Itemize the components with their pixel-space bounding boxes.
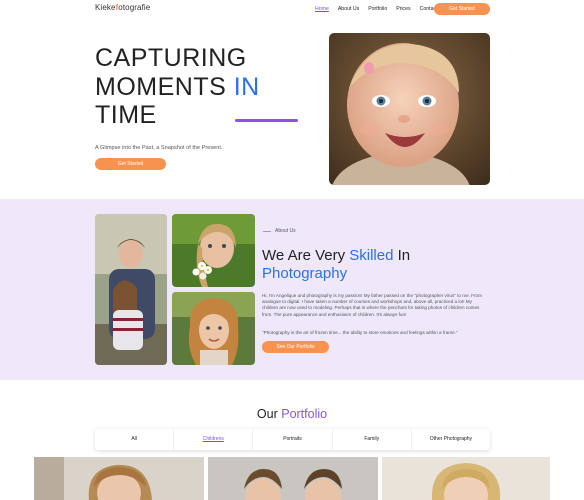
portfolio-photo-3[interactable]: [382, 457, 550, 500]
nav-home-link[interactable]: Home: [315, 6, 329, 12]
nav-portfolio-link[interactable]: Portfolio: [368, 6, 387, 12]
portfolio-photo-1[interactable]: [34, 457, 204, 500]
hero-title: CAPTURING MOMENTS IN TIME: [95, 44, 260, 129]
about-tag-divider: [263, 231, 271, 232]
girl-flowers-photo: [172, 214, 255, 287]
portfolio-title: Our Portfolio: [256, 407, 328, 421]
hero-baby-photo: [329, 33, 490, 185]
tab-childrens[interactable]: Childrens: [174, 429, 254, 450]
tab-portraits[interactable]: Portraits: [253, 429, 333, 450]
tab-other-photography[interactable]: Other Photography: [412, 429, 490, 450]
logo[interactable]: Kiekefotografie: [95, 3, 150, 12]
hero-get-started-button[interactable]: Get Started: [95, 158, 166, 170]
about-paragraph: Hi, I'm Angelique and photography is my …: [262, 293, 482, 317]
top-nav: Kiekefotografie Home About Us Portfolio …: [0, 0, 584, 18]
couple-photo: [95, 214, 167, 365]
nav-about-link[interactable]: About Us: [338, 6, 359, 12]
about-tag: About Us: [275, 228, 296, 234]
tab-family[interactable]: Family: [333, 429, 412, 450]
nav-prices-link[interactable]: Prices: [396, 6, 410, 12]
portfolio-photo-2[interactable]: [208, 457, 378, 500]
woman-portrait-photo: [172, 292, 255, 365]
portfolio-filter-tabs: All Childrens Portraits Family Other Pho…: [95, 429, 490, 450]
hero-accent-line: [235, 119, 298, 122]
about-title: We Are Very Skilled In Photography: [262, 247, 411, 282]
nav-get-started-button[interactable]: Get Started: [434, 3, 490, 15]
tab-all[interactable]: All: [95, 429, 175, 450]
about-quote: "Photography is the art of frozen time..…: [262, 330, 458, 335]
see-portfolio-button[interactable]: See Our Portfolio: [262, 341, 329, 353]
hero-subtitle: A Glimpse into the Past, a Snapshot of t…: [95, 145, 223, 151]
